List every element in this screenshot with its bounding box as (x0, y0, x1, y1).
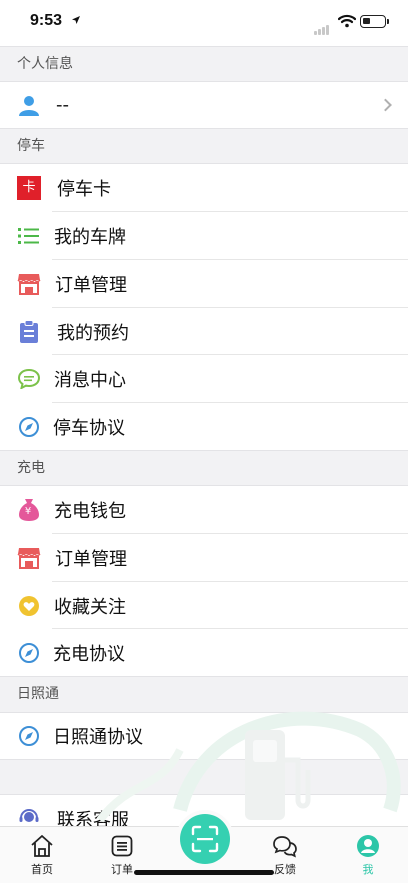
menu-item-favorites[interactable]: 收藏关注 (0, 582, 408, 629)
tab-me[interactable]: 我 (338, 833, 398, 877)
section-title: 个人信息 (17, 56, 73, 72)
chat-bubble-icon (17, 367, 41, 391)
section-spacer (0, 759, 408, 795)
menu-item-label: 订单管理 (55, 275, 127, 296)
tab-label: 首页 (31, 863, 53, 876)
tab-home[interactable]: 首页 (12, 833, 72, 877)
section-header-charging: 充电 (0, 450, 408, 486)
menu-item-parking-card[interactable]: 卡 停车卡 (0, 164, 408, 212)
status-time: 9:53 (30, 12, 63, 29)
menu-item-label: 充电协议 (53, 643, 125, 665)
menu-item-parking-agreement[interactable]: 停车协议 (0, 403, 408, 450)
section-header-parking: 停车 (0, 128, 408, 164)
menu-item-label: 收藏关注 (54, 596, 126, 618)
user-profile-icon (357, 835, 379, 857)
menu-item-my-plates[interactable]: 我的车牌 (0, 212, 408, 260)
section-title: 日照通 (17, 686, 59, 702)
storefront-icon (17, 546, 41, 570)
wifi-icon (338, 14, 356, 28)
parking-card-icon: 卡 (17, 176, 41, 200)
scan-icon (191, 825, 219, 853)
heart-icon (17, 594, 41, 618)
home-icon (31, 835, 53, 857)
profile-name: -- (56, 94, 69, 116)
menu-item-label: 停车卡 (57, 179, 111, 200)
menu-item-charging-wallet[interactable]: ¥ 充电钱包 (0, 486, 408, 534)
menu-item-label: 订单管理 (55, 549, 127, 570)
menu-item-messages[interactable]: 消息中心 (0, 355, 408, 403)
status-bar: 9:53 (0, 0, 408, 46)
section-header-rizhaotong: 日照通 (0, 676, 408, 713)
menu-item-charging-orders[interactable]: 订单管理 (0, 534, 408, 582)
parking-card-badge: 卡 (17, 176, 41, 200)
section-title: 充电 (17, 460, 45, 476)
home-indicator (134, 870, 274, 875)
location-arrow-icon (72, 16, 80, 24)
wallet-badge: ¥ (24, 506, 32, 517)
menu-item-label: 停车协议 (53, 417, 125, 439)
money-bag-icon: ¥ (17, 498, 41, 522)
feedback-chat-icon (273, 836, 297, 858)
chevron-right-icon (379, 98, 392, 112)
compass-icon (17, 724, 41, 748)
battery-icon (360, 15, 389, 28)
scan-button[interactable] (180, 814, 230, 864)
compass-icon (17, 415, 41, 439)
tab-label: 我 (362, 863, 374, 876)
menu-item-label: 充电钱包 (54, 501, 126, 522)
storefront-icon (17, 272, 41, 296)
menu-item-my-reservations[interactable]: 我的预约 (0, 308, 408, 355)
profile-row[interactable]: -- (0, 82, 408, 128)
menu-item-parking-orders[interactable]: 订单管理 (0, 260, 408, 308)
orders-list-icon (111, 835, 133, 857)
compass-icon (17, 641, 41, 665)
cellular-signal-icon (314, 16, 330, 35)
section-header-personal: 个人信息 (0, 46, 408, 82)
menu-item-label: 消息中心 (54, 370, 126, 391)
section-title: 停车 (17, 138, 45, 154)
user-avatar-icon (17, 93, 41, 117)
menu-item-label: 日照通协议 (53, 727, 143, 748)
menu-item-label: 我的预约 (57, 322, 129, 344)
menu-item-charging-agreement[interactable]: 充电协议 (0, 629, 408, 676)
list-icon (17, 224, 41, 248)
menu-item-rizhaotong-agreement[interactable]: 日照通协议 (0, 713, 408, 759)
clipboard-icon (17, 319, 41, 344)
menu-item-label: 我的车牌 (54, 227, 126, 248)
